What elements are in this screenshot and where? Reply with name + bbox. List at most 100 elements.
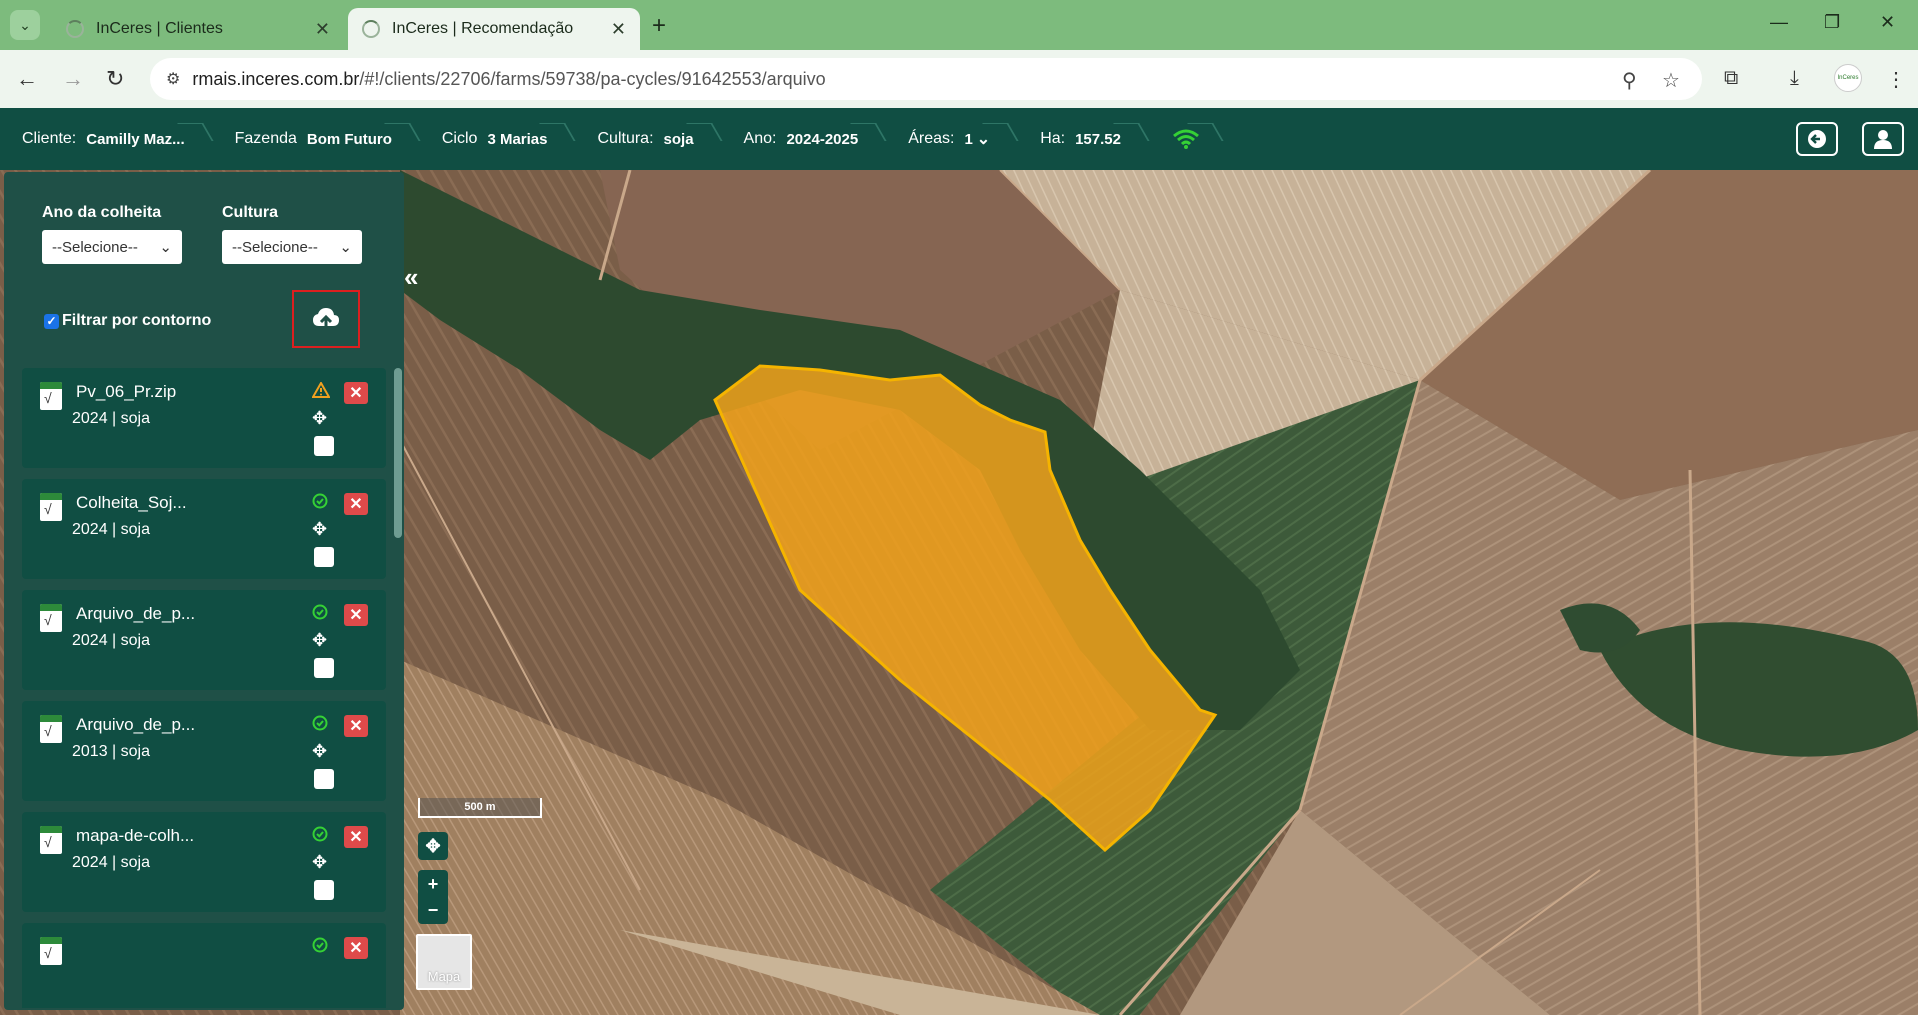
upload-button[interactable] (292, 290, 360, 348)
loading-favicon-icon (66, 20, 84, 38)
delete-file-button[interactable]: ✕ (344, 826, 368, 848)
file-card[interactable]: Arquivo_de_p... 2024 | soja ✕ ✥ (22, 590, 386, 690)
extensions-icon[interactable]: ⧉ (1724, 67, 1738, 90)
map-scale-bar: 500 m (418, 798, 542, 818)
file-card[interactable]: Colheita_Soj... 2024 | soja ✕ ✥ (22, 479, 386, 579)
url-text[interactable]: rmais.inceres.com.br/#!/clients/22706/fa… (192, 69, 825, 90)
check-circle-icon (312, 715, 328, 736)
delete-file-button[interactable]: ✕ (344, 493, 368, 515)
filter-contour-label: Filtrar por contorno (62, 312, 212, 329)
harvest-year-label: Ano da colheita (42, 204, 162, 221)
reload-icon[interactable]: ↻ (106, 66, 124, 92)
profile-avatar[interactable]: InCeres (1834, 64, 1862, 92)
back-button[interactable] (1796, 122, 1838, 156)
crosshair-icon[interactable]: ✥ (312, 630, 327, 651)
loading-favicon-icon (362, 20, 380, 38)
delete-file-button[interactable]: ✕ (344, 382, 368, 404)
forward-arrow-icon[interactable]: → (62, 66, 84, 92)
check-circle-icon (312, 826, 328, 847)
delete-file-button[interactable]: ✕ (344, 937, 368, 959)
file-name: Arquivo_de_p... (76, 715, 196, 734)
file-meta: 2024 | soja (72, 854, 150, 871)
spreadsheet-file-icon (40, 493, 62, 521)
file-name: Arquivo_de_p... (76, 604, 196, 623)
tab-title: InCeres | Clientes (96, 20, 223, 37)
file-select-checkbox[interactable] (314, 769, 334, 789)
crosshair-icon[interactable]: ✥ (312, 852, 327, 873)
delete-file-button[interactable]: ✕ (344, 715, 368, 737)
file-card[interactable]: ✕ (22, 923, 386, 1008)
wifi-status-icon (1149, 108, 1223, 170)
filter-contour-row[interactable]: ✓ Filtrar por contorno (44, 312, 211, 330)
file-select-checkbox[interactable] (314, 547, 334, 567)
zoom-in-button[interactable]: + (418, 870, 448, 898)
breadcrumb-client[interactable]: Cliente: Camilly Maz... (0, 108, 213, 170)
site-settings-icon[interactable]: ⚙ (166, 69, 180, 89)
file-card[interactable]: mapa-de-colh... 2024 | soja ✕ ✥ (22, 812, 386, 912)
file-name: mapa-de-colh... (76, 826, 195, 845)
chevron-down-icon: ⌄ (976, 131, 991, 148)
zoom-out-button[interactable]: − (418, 896, 448, 924)
warning-icon (311, 380, 331, 403)
harvest-year-select[interactable]: --Selecione-- ⌄ (42, 230, 182, 264)
file-select-checkbox[interactable] (314, 658, 334, 678)
collapse-sidebar-icon[interactable]: « (404, 262, 418, 293)
browser-tab-recomendacao[interactable]: InCeres | Recomendação ✕ (348, 8, 640, 50)
crosshair-icon[interactable]: ✥ (312, 741, 327, 762)
filter-contour-checkbox[interactable]: ✓ (44, 313, 59, 329)
tab-search-button[interactable]: ⌄ (10, 10, 40, 40)
tab-title: InCeres | Recomendação (392, 20, 574, 37)
crosshair-icon[interactable]: ✥ (312, 519, 327, 540)
address-bar[interactable]: ⚙ rmais.inceres.com.br/#!/clients/22706/… (150, 58, 1702, 100)
bookmark-star-icon[interactable]: ☆ (1662, 68, 1680, 93)
back-arrow-icon[interactable]: ← (16, 66, 38, 92)
spreadsheet-file-icon (40, 937, 62, 965)
app-header: Cliente: Camilly Maz... Fazenda Bom Futuro… (0, 108, 1918, 170)
crosshair-icon[interactable]: ✥ (312, 408, 327, 429)
breadcrumb-cycle[interactable]: Ciclo 3 Marias (420, 108, 576, 170)
tab-close-icon[interactable]: ✕ (611, 19, 626, 40)
window-close-button[interactable]: ✕ (1880, 12, 1895, 33)
basemap-toggle[interactable]: Mapa (416, 934, 472, 990)
file-list: Pv_06_Pr.zip 2024 | soja ✕ ✥ Colheita_So… (16, 368, 388, 1008)
spreadsheet-file-icon (40, 715, 62, 743)
download-icon[interactable]: ⤓ (1790, 67, 1799, 90)
sidebar-scrollbar[interactable] (394, 368, 402, 538)
culture-filter-label: Cultura (222, 204, 278, 221)
cloud-upload-icon (313, 308, 339, 329)
spreadsheet-file-icon (40, 382, 62, 410)
file-name: Pv_06_Pr.zip (76, 382, 177, 401)
browser-menu-icon[interactable]: ⋮ (1886, 67, 1906, 92)
file-meta: 2024 | soja (72, 521, 150, 538)
file-name: Colheita_Soj... (76, 493, 187, 512)
file-select-checkbox[interactable] (314, 436, 334, 456)
breadcrumb-culture[interactable]: Cultura: soja (575, 108, 721, 170)
spreadsheet-file-icon (40, 604, 62, 632)
file-card[interactable]: Arquivo_de_p... 2013 | soja ✕ ✥ (22, 701, 386, 801)
tab-close-icon[interactable]: ✕ (315, 19, 330, 40)
user-profile-button[interactable] (1862, 122, 1904, 156)
browser-tab-clientes[interactable]: InCeres | Clientes ✕ (52, 8, 344, 50)
delete-file-button[interactable]: ✕ (344, 604, 368, 626)
restore-button[interactable]: ❐ (1824, 12, 1840, 33)
minimize-button[interactable]: — (1770, 12, 1788, 33)
file-meta: 2013 | soja (72, 743, 150, 760)
zoom-icon[interactable]: ⚲ (1622, 68, 1637, 93)
browser-tab-strip: ⌄ InCeres | Clientes ✕ InCeres | Recomen… (0, 0, 1918, 50)
browser-toolbar: ← → ↻ ⚙ rmais.inceres.com.br/#!/clients/… (0, 50, 1918, 108)
chevron-down-icon: ⌄ (339, 239, 352, 256)
new-tab-button[interactable]: + (652, 12, 666, 40)
culture-select[interactable]: --Selecione-- ⌄ (222, 230, 362, 264)
file-meta: 2024 | soja (72, 410, 150, 427)
file-card[interactable]: Pv_06_Pr.zip 2024 | soja ✕ ✥ (22, 368, 386, 468)
breadcrumb-farm[interactable]: Fazenda Bom Futuro (213, 108, 420, 170)
breadcrumb-year[interactable]: Ano: 2024-2025 (722, 108, 887, 170)
spreadsheet-file-icon (40, 826, 62, 854)
check-circle-icon (312, 493, 328, 514)
breadcrumb-areas[interactable]: Áreas: 1 ⌄ (886, 108, 1018, 170)
chevron-down-icon: ⌄ (159, 239, 172, 256)
files-sidebar: Ano da colheita --Selecione-- ⌄ Cultura -… (4, 172, 404, 1010)
file-select-checkbox[interactable] (314, 880, 334, 900)
pan-move-button[interactable]: ✥ (418, 832, 448, 860)
breadcrumb-hectares: Ha: 157.52 (1018, 108, 1149, 170)
